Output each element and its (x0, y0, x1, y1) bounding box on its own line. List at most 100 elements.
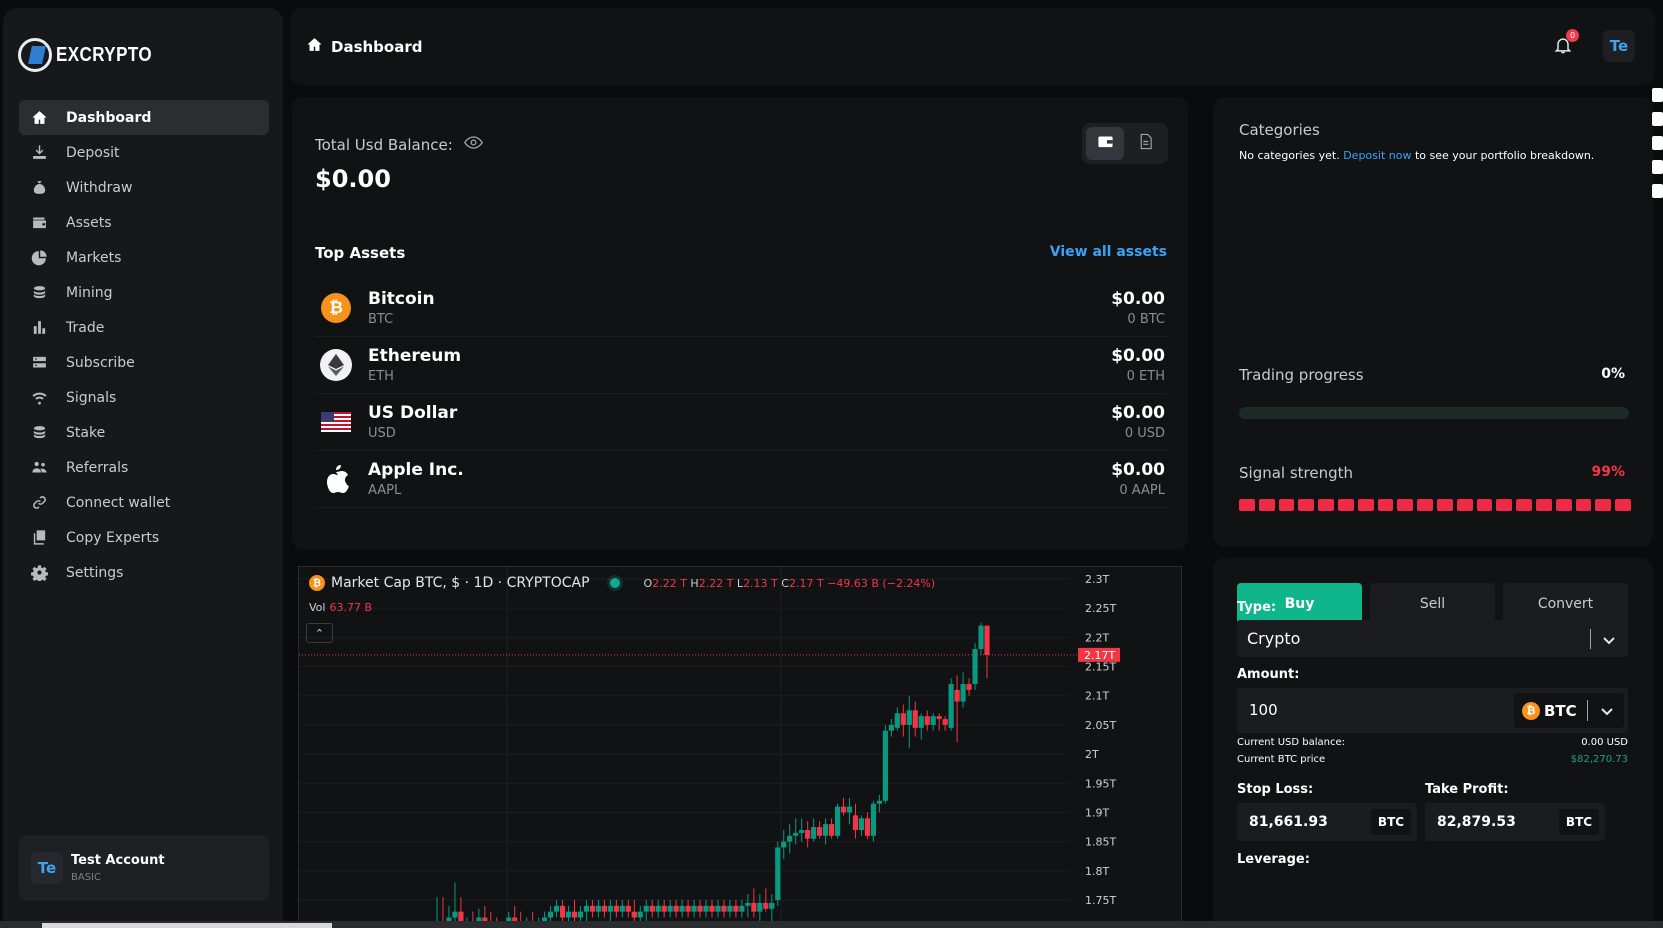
candle-body (619, 905, 625, 912)
candle-body (733, 905, 739, 912)
tab-convert[interactable]: Convert (1503, 583, 1628, 624)
type-select[interactable]: Crypto (1237, 620, 1628, 657)
brand-logo[interactable]: EXCRYPTO (18, 38, 169, 72)
ohlc-close: 2.17 T (788, 576, 824, 590)
stop-loss-input[interactable]: 81,661.93 BTC (1237, 803, 1417, 841)
candle-body (709, 905, 715, 912)
signal-strength-label: Signal strength (1239, 464, 1354, 482)
candle-body (822, 824, 829, 836)
candle-body (858, 818, 865, 830)
sidebar-item-markets[interactable]: Markets (19, 240, 269, 275)
amount-input[interactable]: 100 ₿ BTC (1237, 688, 1628, 733)
account-plan: BASIC (71, 872, 101, 883)
candle-body (452, 911, 458, 918)
candle-body (697, 905, 703, 912)
type-label: Type: (1237, 600, 1277, 615)
asset-row[interactable]: US Dollar USD $0.00 0 USD (315, 394, 1167, 451)
asset-name: US Dollar (368, 403, 458, 423)
square-icon[interactable] (1652, 136, 1663, 150)
asset-row[interactable]: Apple Inc. AAPL $0.00 0 AAPL (315, 451, 1167, 508)
candle-body (655, 905, 661, 912)
document-view-button[interactable] (1126, 127, 1164, 160)
signal-segment (1357, 499, 1374, 511)
signal-segment (1615, 499, 1631, 511)
asset-list: ₿ Bitcoin BTC $0.00 0 BTC Ethereum ETH $0.00 0 E… (315, 280, 1167, 508)
take-profit-input[interactable]: 82,879.53 BTC (1425, 803, 1605, 841)
account-card[interactable]: Te Test Account BASIC (19, 835, 269, 901)
view-all-assets-link[interactable]: View all assets (1050, 244, 1167, 260)
signal-segment (1337, 499, 1354, 511)
volume-value: 63.77 B (329, 601, 373, 614)
asset-row[interactable]: ₿ Bitcoin BTC $0.00 0 BTC (315, 280, 1167, 337)
sidebar-item-deposit[interactable]: Deposit (19, 135, 269, 170)
chevron-up-icon: ⌃ (314, 626, 325, 640)
sidebar-item-mining[interactable]: Mining (19, 275, 269, 310)
camera-icon[interactable] (1652, 112, 1663, 126)
candle-body (625, 905, 631, 912)
sidebar-item-withdraw[interactable]: Withdraw (19, 170, 269, 205)
currency-select[interactable]: ₿ BTC (1514, 693, 1624, 728)
sidebar-item-copy-experts[interactable]: Copy Experts (19, 520, 269, 555)
us-flag-icon (319, 405, 353, 439)
sidebar-item-connect-wallet[interactable]: Connect wallet (19, 485, 269, 520)
candle-body (703, 905, 709, 912)
signal-segment (1456, 499, 1473, 511)
signal-segment (1595, 499, 1612, 511)
sidebar-item-label: Dashboard (66, 109, 152, 126)
wallet-view-button[interactable] (1086, 127, 1124, 160)
deposit-now-link[interactable]: Deposit now (1343, 149, 1411, 162)
y-tick-label: 2.1T (1085, 690, 1109, 703)
candle-body (942, 719, 948, 725)
gear-icon[interactable] (1652, 184, 1663, 198)
candle-body (906, 710, 912, 725)
sidebar-item-stake[interactable]: Stake (19, 415, 269, 450)
asset-amount: 0 USD (1124, 426, 1165, 441)
candle-body (727, 905, 733, 912)
copy-icon[interactable] (1652, 160, 1663, 174)
usd-balance-value: 0.00 USD (1581, 737, 1628, 748)
trading-progress-value: 0% (1601, 366, 1625, 382)
copy-icon (29, 529, 49, 547)
sidebar-item-label: Deposit (66, 144, 120, 161)
collapse-legend-button[interactable]: ⌃ (306, 623, 333, 643)
empty-prefix: No categories yet. (1239, 149, 1340, 162)
sidebar-item-subscribe[interactable]: Subscribe (19, 345, 269, 380)
balance-card: Total Usd Balance: $0.00 Top Assets View… (292, 97, 1188, 550)
candle-body (745, 902, 751, 906)
pin-icon[interactable] (1652, 88, 1663, 102)
floating-tool-strip[interactable] (1652, 88, 1663, 208)
eye-icon[interactable] (463, 133, 483, 156)
candle-body (769, 902, 775, 909)
brand-name: EXCRYPTO (56, 43, 152, 66)
sidebar-item-referrals[interactable]: Referrals (19, 450, 269, 485)
candle-body (918, 716, 924, 728)
btc-price-label: Current BTC price (1237, 754, 1326, 765)
sidebar-item-assets[interactable]: Assets (19, 205, 269, 240)
ohlc-low: 2.13 T (743, 576, 778, 590)
candle-body (864, 818, 871, 836)
candle-body (553, 905, 560, 912)
market-chart[interactable]: 2.3T 2.25T 2.2T 2.15T 2.1T 2.05T 2T 1.95T 1.9T 1.… (298, 566, 1182, 928)
candle-body (691, 905, 697, 912)
notifications-button[interactable]: 0 (1553, 29, 1579, 59)
user-menu-avatar[interactable]: Te (1603, 30, 1635, 62)
asset-row[interactable]: Ethereum ETH $0.00 0 ETH (315, 337, 1167, 394)
scrollbar-thumb[interactable] (42, 923, 332, 928)
balance-value: $0.00 (315, 165, 391, 193)
trade-panel: Buy Sell Convert Type: Crypto Amount: 100 … (1213, 558, 1653, 928)
sidebar-item-dashboard[interactable]: Dashboard (19, 100, 269, 135)
tab-sell[interactable]: Sell (1370, 583, 1495, 624)
volume-readout: Vol 63.77 B (309, 601, 372, 614)
sidebar-item-signals[interactable]: Signals (19, 380, 269, 415)
btc-price-value: $82,270.73 (1570, 754, 1628, 765)
sidebar-item-settings[interactable]: Settings (19, 555, 269, 590)
chart-canvas[interactable]: 2.3T 2.25T 2.2T 2.15T 2.1T 2.05T 2T 1.95T 1.9T 1.… (299, 567, 1183, 928)
take-profit-value: 82,879.53 (1437, 814, 1516, 830)
candle-body (685, 905, 691, 912)
users-icon (29, 459, 49, 477)
horizontal-scrollbar[interactable] (0, 921, 1663, 928)
candle-body (775, 847, 781, 900)
sidebar-item-trade[interactable]: Trade (19, 310, 269, 345)
signal-segment (1298, 499, 1315, 511)
candle-body (894, 713, 900, 728)
